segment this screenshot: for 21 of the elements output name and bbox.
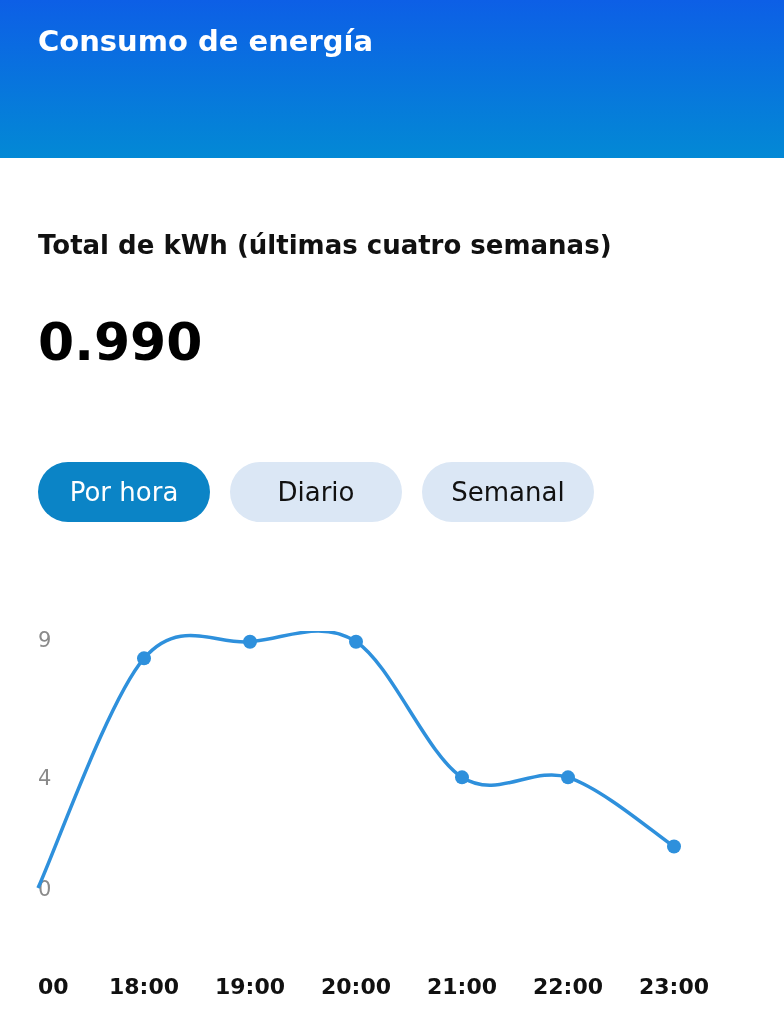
total-value: 0.990 bbox=[38, 312, 203, 372]
x-axis-label: 00 bbox=[38, 974, 69, 999]
data-point bbox=[455, 770, 469, 785]
data-point bbox=[349, 634, 363, 649]
x-axis-label: 23:00 bbox=[639, 974, 709, 999]
range-tab[interactable]: Por hora bbox=[38, 462, 210, 522]
range-tab[interactable]: Semanal bbox=[422, 462, 594, 522]
y-axis-label: 9 bbox=[38, 631, 52, 652]
x-axis-label: 18:00 bbox=[109, 974, 179, 999]
x-axis-label: 19:00 bbox=[215, 974, 285, 999]
total-label: Total de kWh (últimas cuatro semanas) bbox=[38, 230, 612, 260]
range-tab[interactable]: Diario bbox=[230, 462, 402, 522]
data-point bbox=[667, 839, 681, 854]
x-axis-label: 21:00 bbox=[427, 974, 497, 999]
data-point bbox=[561, 770, 575, 785]
data-point bbox=[243, 634, 257, 649]
page-title: Consumo de energía bbox=[38, 24, 374, 58]
data-point bbox=[137, 651, 151, 666]
x-axis-label: 20:00 bbox=[321, 974, 391, 999]
y-axis-label: 4 bbox=[38, 766, 52, 791]
x-axis-label: 22:00 bbox=[533, 974, 603, 999]
